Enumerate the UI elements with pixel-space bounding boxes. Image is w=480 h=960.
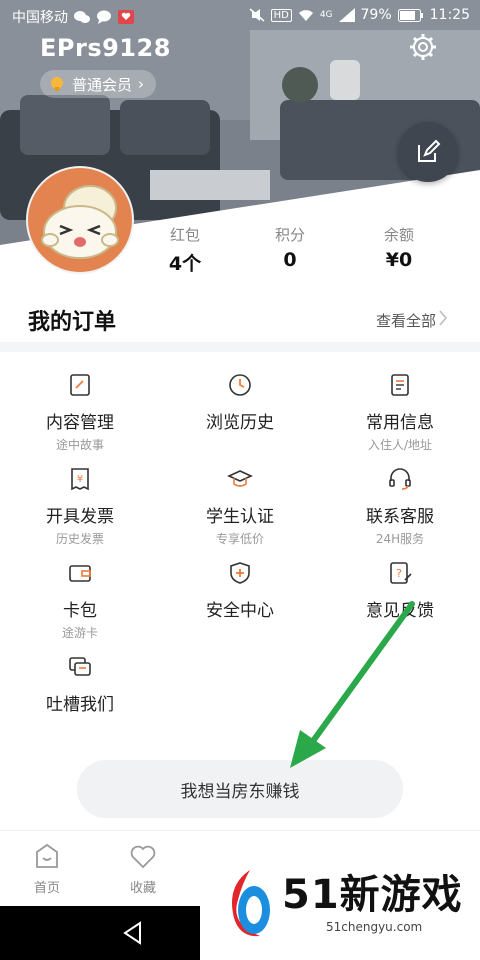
watermark-logo-icon xyxy=(232,870,270,937)
view-all-orders-link[interactable]: 查看全部 xyxy=(376,310,436,331)
service-title: 浏览历史 xyxy=(206,413,274,433)
service-title: 内容管理 xyxy=(46,413,114,433)
chat-icon xyxy=(69,657,91,676)
service-complain[interactable]: 吐槽我们 xyxy=(0,652,160,742)
content-manage-icon xyxy=(70,374,90,396)
graduation-cap-icon xyxy=(227,470,253,487)
signal-icon xyxy=(338,8,355,22)
wallet-icon xyxy=(69,565,91,582)
service-common-info[interactable]: 常用信息 入住人/地址 xyxy=(320,370,480,460)
heart-icon xyxy=(130,845,156,869)
watermark-brand: 51新游戏 xyxy=(282,872,463,918)
service-student-cert[interactable]: 学生认证 专享低价 xyxy=(160,464,320,554)
service-title: 学生认证 xyxy=(206,507,274,527)
member-level-badge[interactable]: 普通会员 › xyxy=(40,70,157,98)
section-divider xyxy=(0,342,480,352)
back-triangle-icon[interactable] xyxy=(120,920,146,946)
svg-text:?: ? xyxy=(396,567,402,580)
network-type: 4G xyxy=(319,10,333,20)
stat-value: ¥0 xyxy=(385,249,413,271)
service-subtitle: 历史发票 xyxy=(55,532,104,546)
avatar[interactable] xyxy=(26,166,134,274)
become-landlord-button[interactable]: 我想当房东赚钱 xyxy=(77,760,403,818)
tab-home[interactable]: 首页 xyxy=(12,841,82,896)
stat-label: 余额 xyxy=(383,226,414,244)
system-navigation-bar xyxy=(0,906,200,960)
feedback-icon: ? xyxy=(390,562,412,584)
stat-value: 0 xyxy=(283,249,297,271)
wechat-icon xyxy=(74,11,90,23)
service-customer-support[interactable]: 联系客服 24H服务 xyxy=(320,464,480,554)
service-security-center[interactable]: 安全中心 xyxy=(160,558,320,648)
member-level-label: 普通会员 xyxy=(72,75,133,94)
stat-points[interactable]: 积分 0 xyxy=(245,224,335,271)
headset-icon xyxy=(389,468,411,490)
username: EPrs9128 xyxy=(40,34,171,62)
tab-favorites[interactable]: 收藏 xyxy=(108,841,178,896)
my-orders-header: 我的订单 查看全部 xyxy=(0,296,480,342)
tab-label: 收藏 xyxy=(129,881,156,896)
wifi-icon xyxy=(298,10,313,21)
service-subtitle: 途中故事 xyxy=(55,438,104,452)
message-bubble-icon xyxy=(97,10,111,24)
stat-value: 4个 xyxy=(168,253,202,275)
stat-red-packet[interactable]: 红包 4个 xyxy=(140,224,230,276)
status-bar: 中国移动 HD 4G 79% 11:25 xyxy=(0,0,480,32)
cartoon-avatar-image xyxy=(41,185,119,259)
service-title: 安全中心 xyxy=(206,601,274,621)
service-title: 吐槽我们 xyxy=(46,695,114,715)
hd-badge: HD xyxy=(270,8,292,22)
shield-icon xyxy=(230,562,250,584)
lightbulb-icon xyxy=(51,77,63,91)
carrier-name: 中国移动 xyxy=(12,10,68,26)
service-content-manage[interactable]: 内容管理 途中故事 xyxy=(0,370,160,460)
edit-profile-button[interactable] xyxy=(398,122,458,182)
service-title: 联系客服 xyxy=(366,507,434,527)
settings-gear-icon[interactable] xyxy=(408,32,438,62)
info-book-icon xyxy=(391,374,409,396)
battery-percent: 79% xyxy=(360,7,392,23)
service-title: 常用信息 xyxy=(366,413,434,433)
stat-label: 红包 xyxy=(169,226,200,244)
chevron-right-icon: › xyxy=(138,75,145,93)
service-subtitle: 专享低价 xyxy=(215,532,264,546)
service-subtitle: 24H服务 xyxy=(375,532,425,546)
service-card-wallet[interactable]: 卡包 途游卡 xyxy=(0,558,160,648)
app-badge-icon xyxy=(118,10,134,24)
service-subtitle: 途游卡 xyxy=(61,626,98,640)
service-title: 卡包 xyxy=(63,601,97,621)
clock-time: 11:25 xyxy=(429,7,470,23)
mute-icon xyxy=(249,8,265,22)
orders-title: 我的订单 xyxy=(28,310,117,335)
service-title: 开具发票 xyxy=(46,507,114,527)
service-feedback[interactable]: ? 意见反馈 xyxy=(320,558,480,648)
service-title: 意见反馈 xyxy=(366,601,434,621)
watermark-url: 51chengyu.com xyxy=(326,920,423,934)
service-subtitle: 入住人/地址 xyxy=(367,438,433,452)
home-icon xyxy=(36,843,58,868)
site-watermark: 51新游戏 51chengyu.com xyxy=(200,850,480,960)
chevron-right-icon[interactable] xyxy=(438,309,448,327)
service-browse-history[interactable]: 浏览历史 xyxy=(160,370,320,460)
stat-label: 积分 xyxy=(274,226,305,244)
tab-label: 首页 xyxy=(33,881,60,896)
svg-text:¥: ¥ xyxy=(77,474,83,485)
clock-icon xyxy=(229,374,251,396)
invoice-icon: ¥ xyxy=(71,468,89,491)
edit-pencil-icon xyxy=(418,139,441,162)
stat-balance[interactable]: 余额 ¥0 xyxy=(354,224,444,271)
battery-icon xyxy=(397,8,423,22)
service-invoice[interactable]: ¥ 开具发票 历史发票 xyxy=(0,464,160,554)
account-stats: 红包 4个 积分 0 余额 ¥0 xyxy=(140,224,480,280)
